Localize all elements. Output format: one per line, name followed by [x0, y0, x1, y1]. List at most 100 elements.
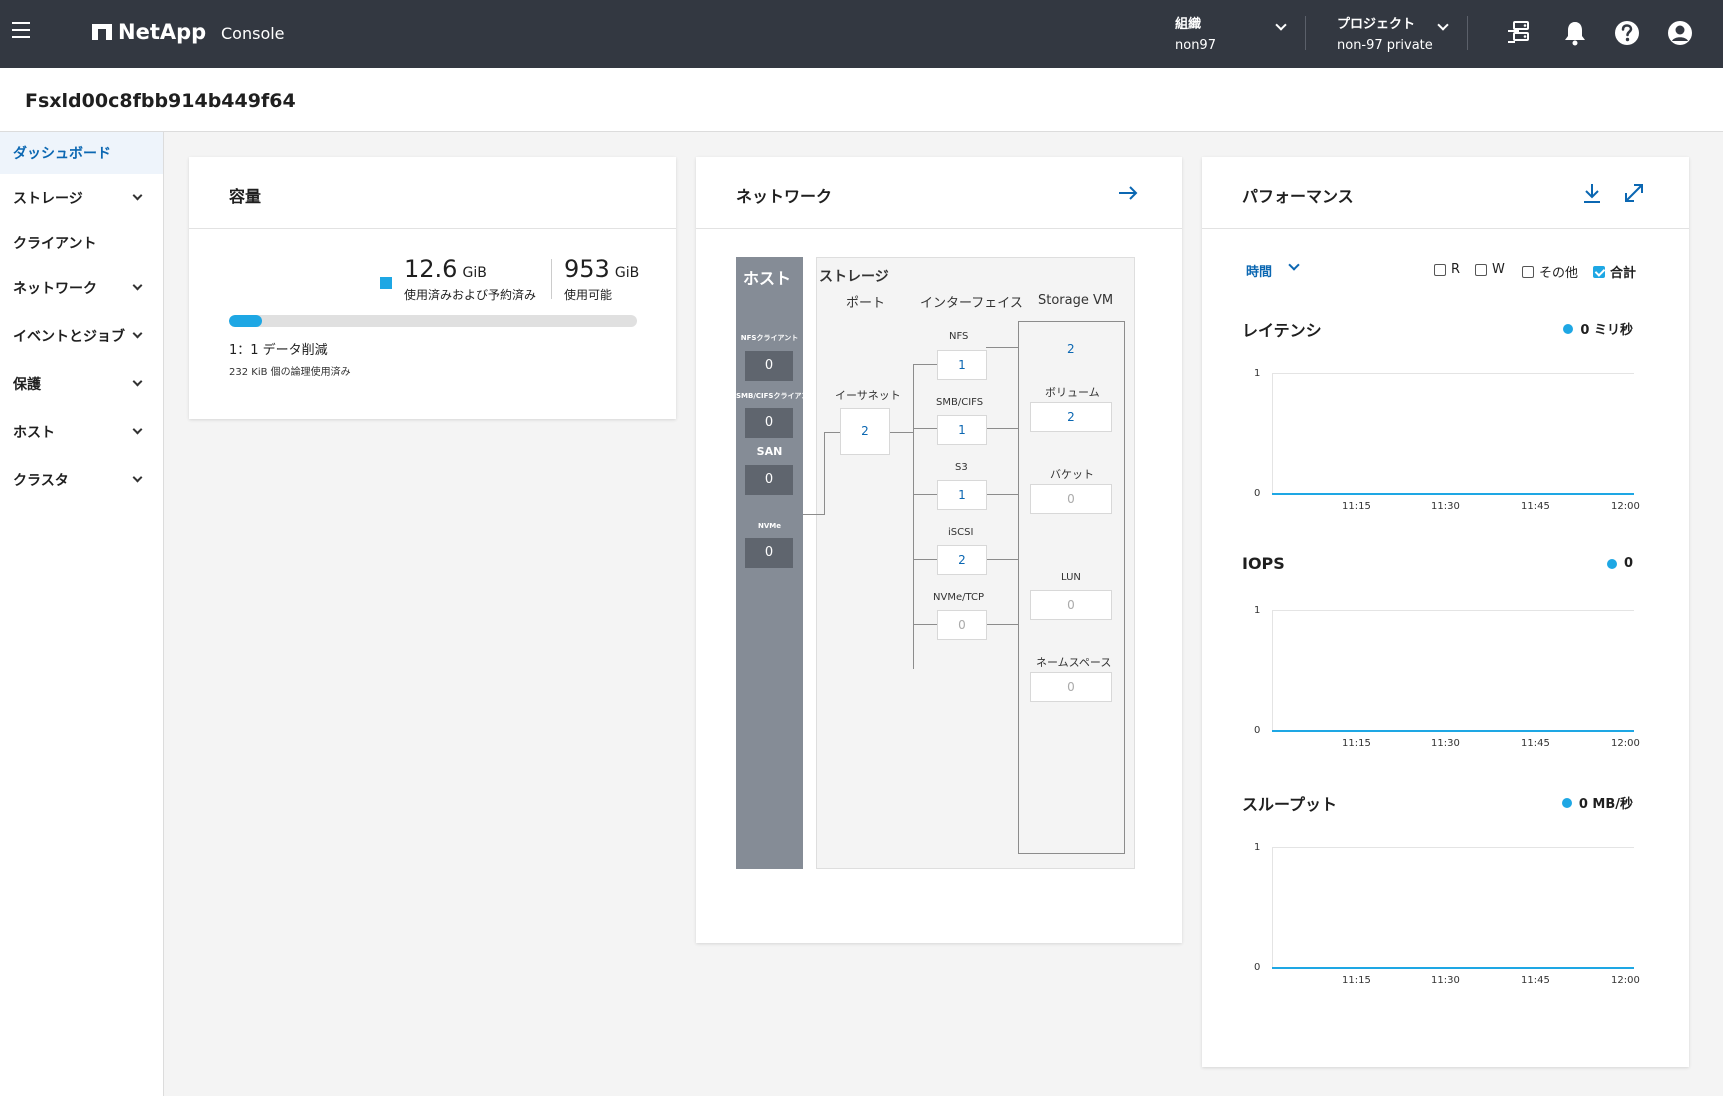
sidebar-item-label: クラスタ	[13, 473, 69, 489]
time-selector[interactable]: 時間	[1246, 261, 1272, 280]
expand-icon[interactable]	[1622, 181, 1646, 205]
ethernet-count[interactable]: 2	[840, 408, 890, 455]
available-unit: GiB	[614, 265, 640, 281]
netapp-logo[interactable]: NetApp	[92, 20, 206, 44]
connector-line	[913, 494, 937, 495]
logical-used: 232 KiB 個の論理使用済み	[229, 367, 351, 378]
user-avatar-icon[interactable]	[1665, 18, 1695, 48]
connector-line	[986, 347, 1018, 348]
bucket-count[interactable]: 0	[1030, 484, 1112, 514]
checkbox-other[interactable]: その他	[1522, 262, 1578, 281]
latency-y-tick: 1	[1254, 368, 1261, 379]
sidebar: ダッシュボード ストレージ クライアント ネットワーク イベントとジョブ 保護 …	[0, 132, 164, 1096]
help-icon[interactable]	[1612, 18, 1642, 48]
s3-interface-count[interactable]: 1	[937, 480, 987, 510]
sidebar-item-protection[interactable]: 保護	[0, 360, 163, 408]
nfs-client-count[interactable]: 0	[745, 351, 793, 381]
throughput-x-tick: 11:45	[1521, 975, 1550, 986]
iscsi-interface-count[interactable]: 2	[937, 545, 987, 575]
checkbox-box[interactable]	[1593, 265, 1605, 278]
latency-series-line	[1272, 493, 1634, 495]
iops-chart-area	[1272, 610, 1634, 731]
checkbox-write[interactable]: W	[1475, 262, 1505, 277]
iops-y-tick: 1	[1254, 605, 1261, 616]
namespace-count[interactable]: 0	[1030, 672, 1112, 702]
sidebar-item-label: クライアント	[13, 236, 97, 252]
sidebar-item-hosts[interactable]: ホスト	[0, 408, 163, 456]
arrow-right-icon[interactable]	[1118, 185, 1138, 201]
bell-icon[interactable]	[1560, 18, 1590, 48]
netapp-logo-mark	[92, 24, 112, 40]
menu-icon[interactable]	[12, 22, 30, 38]
sidebar-item-clients[interactable]: クライアント	[0, 222, 163, 264]
sidebar-item-label: ホスト	[13, 425, 55, 441]
legend-dot	[1561, 797, 1572, 808]
connector-line	[986, 428, 1018, 429]
divider	[1467, 16, 1468, 50]
sidebar-item-dashboard[interactable]: ダッシュボード	[0, 132, 163, 174]
nvme-count[interactable]: 0	[745, 538, 793, 568]
s3-interface-label: S3	[955, 462, 968, 473]
project-label: プロジェクト	[1337, 17, 1416, 32]
data-reduction-ratio: 1：1 データ削減	[229, 343, 328, 358]
checkbox-box[interactable]	[1522, 265, 1534, 278]
sidebar-item-label: ダッシュボード	[13, 146, 111, 162]
connector-line	[986, 494, 1018, 495]
iops-x-tick: 11:30	[1431, 738, 1460, 749]
sidebar-item-network[interactable]: ネットワーク	[0, 264, 163, 312]
sidebar-item-storage[interactable]: ストレージ	[0, 174, 163, 222]
nvme-tcp-interface-count[interactable]: 0	[937, 610, 987, 640]
capacity-progress-fill	[229, 315, 262, 327]
checkbox-box[interactable]	[1475, 263, 1487, 276]
throughput-y-tick: 0	[1254, 962, 1261, 973]
sidebar-item-events-jobs[interactable]: イベントとジョブ	[0, 312, 163, 360]
connector-line	[824, 432, 825, 515]
sidebar-item-cluster[interactable]: クラスタ	[0, 456, 163, 504]
organization-selector[interactable]: 組織 non97	[1175, 13, 1287, 53]
checkbox-label: 合計	[1610, 266, 1637, 281]
legend-dot	[1606, 558, 1617, 569]
iops-x-tick: 12:00	[1611, 738, 1640, 749]
used-label: 使用済みおよび予約済み	[404, 288, 537, 302]
available-capacity: 953 GiB 使用可能	[564, 255, 639, 303]
smb-client-count[interactable]: 0	[745, 408, 793, 438]
checkbox-label: R	[1451, 262, 1461, 277]
smb-interface-label: SMB/CIFS	[936, 397, 984, 408]
iops-x-tick: 11:45	[1521, 738, 1550, 749]
nvme-tcp-interface-label: NVMe/TCP	[933, 592, 985, 603]
checkbox-read[interactable]: R	[1434, 262, 1460, 277]
product-name: Console	[221, 24, 285, 43]
checkbox-label: その他	[1539, 266, 1579, 281]
nvme-label: NVMe	[758, 522, 781, 530]
lun-count[interactable]: 0	[1030, 590, 1112, 620]
connector-line	[913, 428, 937, 429]
performance-card-header: パフォーマンス	[1202, 157, 1689, 229]
performance-title: パフォーマンス	[1242, 187, 1354, 206]
connector-line	[913, 624, 937, 625]
checkbox-box[interactable]	[1434, 263, 1446, 276]
san-count[interactable]: 0	[745, 465, 793, 495]
available-value: 953	[564, 255, 610, 283]
organization-value: non97	[1175, 38, 1216, 53]
volume-label: ボリューム	[1045, 386, 1100, 399]
volume-count[interactable]: 2	[1030, 402, 1112, 432]
capacity-card-header: 容量	[189, 157, 676, 229]
project-value: non-97 private	[1337, 38, 1433, 53]
smb-interface-count[interactable]: 1	[937, 415, 987, 445]
sidebar-item-label: ネットワーク	[13, 281, 97, 297]
used-capacity: 12.6 GiB 使用済みおよび予約済み	[404, 255, 536, 303]
nfs-interface-count[interactable]: 1	[937, 350, 987, 380]
connector-icon[interactable]	[1505, 18, 1535, 48]
download-icon[interactable]	[1580, 181, 1604, 205]
project-selector[interactable]: プロジェクト non-97 private	[1337, 13, 1449, 53]
chevron-down-icon[interactable]	[1288, 259, 1300, 271]
legend-label: 0 MB/秒	[1578, 797, 1633, 812]
iops-chart-title: IOPS	[1242, 554, 1285, 573]
connector-line	[986, 559, 1018, 560]
checkbox-total[interactable]: 合計	[1593, 262, 1636, 281]
namespace-label: ネームスペース	[1036, 656, 1112, 669]
svm-count[interactable]: 2	[1067, 342, 1075, 356]
nfs-interface-label: NFS	[949, 331, 969, 342]
bucket-label: バケット	[1050, 468, 1094, 481]
network-card-header: ネットワーク	[696, 157, 1182, 229]
